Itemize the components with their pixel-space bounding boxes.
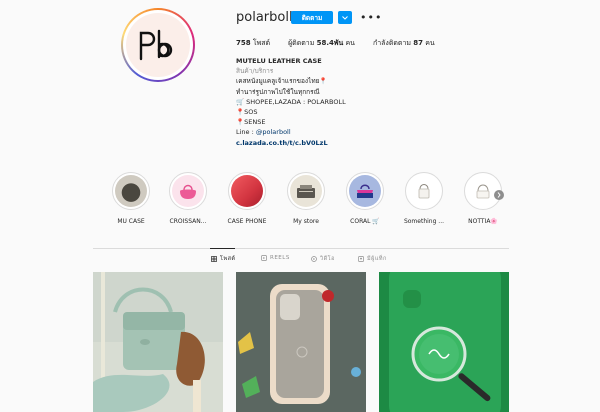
profile-bio: MUTELU LEATHER CASE สินค้า/บริการ เคสหนั… (236, 56, 496, 148)
bio-line-contact: Line : @polarboll (236, 128, 291, 137)
bio-line: ทำนาร่รูปภาพไปใช้ในทุกกรณี (236, 87, 320, 96)
reels-icon (261, 255, 267, 261)
avatar-logo (126, 13, 190, 77)
post-thumbnail[interactable] (379, 272, 509, 412)
chevron-right-icon (497, 192, 501, 198)
tab-tagged[interactable]: มีผู้แท็ก (358, 255, 387, 263)
bio-external-link[interactable]: c.lazada.co.th/t/c.bV0LzL (236, 138, 496, 148)
active-tab-indicator (210, 248, 235, 249)
pb-logo-icon (139, 29, 173, 61)
tab-reels[interactable]: REELS (261, 255, 290, 261)
tab-videos[interactable]: วิดีโอ (311, 255, 335, 263)
bio-line: เคสหนังมูแคลูเจ้าแรกของไทย📍 (236, 77, 328, 86)
bio-line: 🛒 SHOPEE,LAZADA : POLARBOLL (236, 97, 346, 106)
profile-full-name: MUTELU LEATHER CASE (236, 57, 322, 65)
post-thumbnail[interactable] (236, 272, 366, 412)
highlight-mu-case[interactable]: MU CASE (108, 172, 154, 225)
tagged-icon (358, 256, 364, 262)
posts-count[interactable]: 758 โพสต์ (236, 38, 270, 49)
profile-stats: 758 โพสต์ ผู้ติดตาม 58.4พัน คน กำลังติดต… (236, 38, 435, 49)
following-count[interactable]: กำลังติดตาม 87 คน (373, 38, 435, 49)
tabs-divider (93, 248, 509, 249)
highlight-croissant[interactable]: CROISSAN... (165, 172, 211, 225)
post-thumbnail[interactable] (93, 272, 223, 412)
highlight-my-store[interactable]: My store (283, 172, 329, 225)
highlights-next-button[interactable] (494, 190, 504, 200)
tab-posts[interactable]: โพสต์ (211, 255, 236, 263)
highlight-coral[interactable]: CORAL 🛒 (342, 172, 388, 225)
story-highlights: MU CASE CROISSAN... CASE PHONE My store … (110, 172, 520, 230)
follow-button[interactable]: ติดตาม (291, 11, 333, 24)
profile-category: สินค้า/บริการ (236, 67, 274, 76)
followers-count[interactable]: ผู้ติดตาม 58.4พัน คน (288, 38, 355, 49)
grid-icon (211, 256, 217, 262)
bio-line: 📍SENSE (236, 118, 266, 127)
highlight-something[interactable]: Something ... (401, 172, 447, 225)
suggested-dropdown-button[interactable] (338, 11, 352, 24)
profile-username: polarboll (236, 10, 293, 25)
video-icon (311, 256, 317, 262)
more-options-icon[interactable]: ••• (360, 12, 382, 23)
profile-avatar[interactable] (121, 8, 195, 82)
line-handle-link[interactable]: @polarboll (256, 128, 291, 136)
bio-line: 📍SOS (236, 108, 258, 117)
highlight-case-phone[interactable]: CASE PHONE (224, 172, 270, 225)
chevron-down-icon (342, 15, 348, 20)
